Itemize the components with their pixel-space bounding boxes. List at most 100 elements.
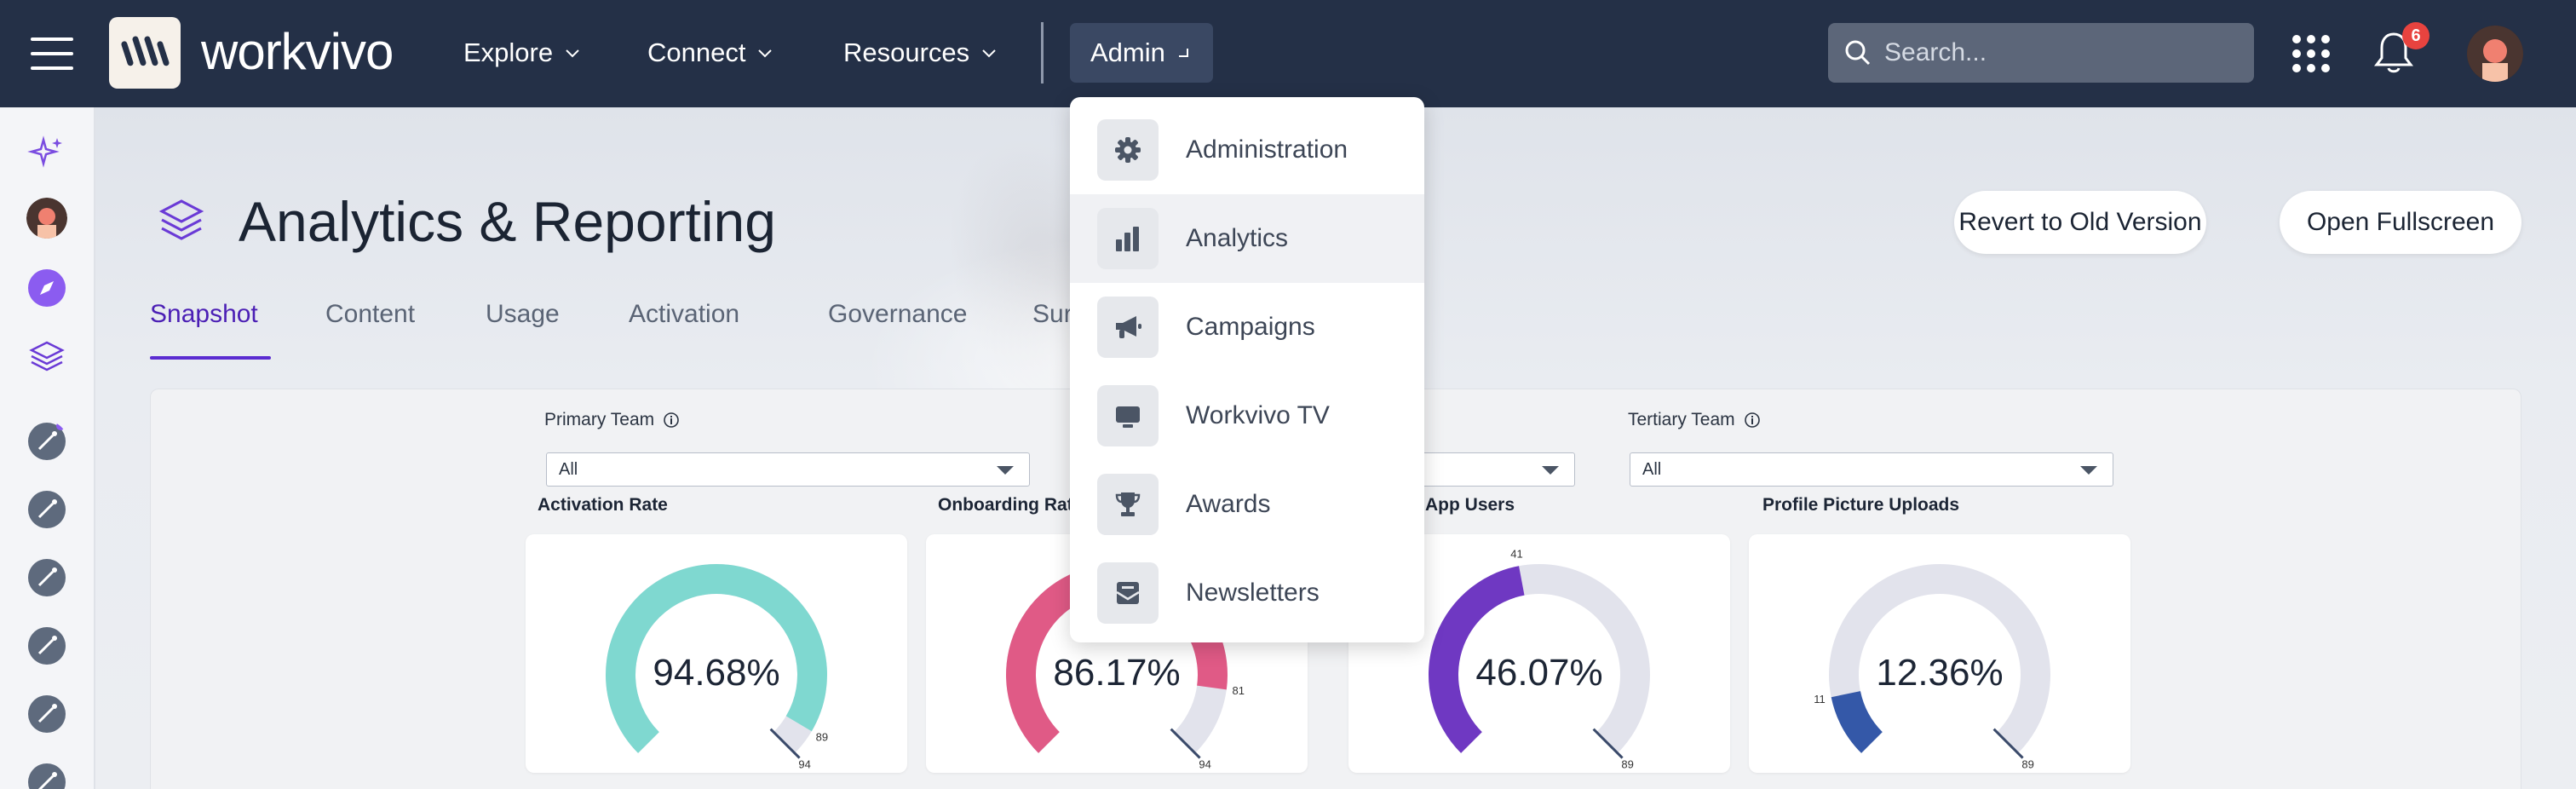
info-icon[interactable] — [663, 412, 680, 429]
hamburger-menu-icon[interactable] — [31, 37, 73, 70]
profile-avatar-icon[interactable] — [26, 198, 67, 239]
search-bar[interactable] — [1828, 23, 2254, 83]
gauge-value-marker-label: 11 — [1814, 693, 1826, 705]
card-title-onboarding-rate: Onboarding Rat — [938, 495, 1073, 515]
tool-icon[interactable] — [26, 421, 67, 462]
tertiary-team-value: All — [1642, 459, 1662, 479]
trophy-icon — [1097, 474, 1159, 535]
nav-connect-label: Connect — [647, 37, 746, 67]
menu-item-label: Campaigns — [1186, 313, 1315, 341]
tab-snapshot[interactable]: Snapshot — [150, 300, 258, 329]
primary-team-select[interactable]: All — [546, 452, 1030, 487]
tertiary-team-label: Tertiary Team — [1628, 410, 1761, 430]
chevron-up-icon — [1178, 49, 1188, 57]
menu-item-workvivo-tv[interactable]: Workvivo TV — [1070, 371, 1424, 460]
tab-usage[interactable]: Usage — [486, 300, 560, 329]
menu-item-label: Awards — [1186, 490, 1271, 518]
gauge-value-marker-label: 81 — [1232, 684, 1244, 697]
gauge-chart: 12.36% 0 89 11 — [1814, 564, 2050, 773]
tool-icon[interactable] — [26, 762, 67, 789]
gauge-min-label: 0 — [1858, 770, 1864, 773]
info-icon[interactable] — [1744, 412, 1761, 429]
gauge-max-label: 94 — [1199, 758, 1210, 771]
admin-label: Admin — [1090, 37, 1165, 67]
gauge-value-marker-label: 41 — [1510, 547, 1522, 560]
dropdown-caret-icon — [997, 466, 1014, 475]
tool-icon[interactable] — [26, 557, 67, 598]
menu-item-label: Administration — [1186, 135, 1348, 164]
chevron-down-icon — [566, 49, 579, 58]
primary-team-label-text: Primary Team — [544, 410, 655, 429]
card-title-profile-picture-uploads: Profile Picture Uploads — [1762, 495, 1960, 515]
workvivo-logo-icon[interactable] — [109, 17, 181, 89]
bar-chart-icon — [1097, 208, 1159, 269]
menu-item-awards[interactable]: Awards — [1070, 460, 1424, 549]
tv-icon — [1097, 385, 1159, 446]
nav-explore[interactable]: Explore — [463, 34, 580, 72]
primary-team-value: All — [559, 459, 578, 479]
tool-icon[interactable] — [26, 694, 67, 734]
menu-item-administration[interactable]: Administration — [1070, 106, 1424, 194]
sparkle-icon[interactable] — [26, 133, 67, 174]
search-input[interactable] — [1884, 38, 2242, 67]
gauge-max-label: 89 — [2021, 758, 2033, 771]
nav-explore-label: Explore — [463, 37, 554, 67]
gear-icon — [1097, 119, 1159, 181]
tool-icon[interactable] — [26, 489, 67, 530]
menu-item-label: Newsletters — [1186, 579, 1320, 607]
nav-divider — [1041, 22, 1044, 84]
gauge-value-label: 12.36% — [1876, 652, 2003, 694]
tool-icon[interactable] — [26, 625, 67, 666]
nav-resources[interactable]: Resources — [843, 34, 997, 72]
gauge-min-label: 0 — [1035, 770, 1041, 773]
page-title: Analytics & Reporting — [239, 190, 776, 253]
newsletter-icon — [1097, 562, 1159, 624]
menu-item-analytics[interactable]: Analytics — [1070, 194, 1424, 283]
megaphone-icon — [1097, 297, 1159, 358]
tab-content[interactable]: Content — [325, 300, 415, 329]
gauge-min-label: 0 — [635, 770, 641, 773]
menu-item-newsletters[interactable]: Newsletters — [1070, 549, 1424, 637]
nav-connect[interactable]: Connect — [647, 34, 773, 72]
menu-item-label: Analytics — [1186, 224, 1289, 252]
apps-grid-icon[interactable] — [2291, 34, 2331, 73]
active-tab-indicator — [150, 356, 271, 360]
primary-team-label: Primary Team — [544, 410, 680, 430]
secondary-team-select[interactable] — [1408, 452, 1575, 487]
chevron-down-icon — [758, 49, 773, 58]
menu-item-campaigns[interactable]: Campaigns — [1070, 283, 1424, 371]
card-title-activation-rate: Activation Rate — [538, 495, 668, 515]
layers-icon[interactable] — [26, 336, 67, 377]
gauge-max-label: 89 — [1621, 758, 1633, 771]
tertiary-team-label-text: Tertiary Team — [1628, 410, 1735, 429]
chevron-down-icon — [982, 49, 996, 58]
menu-item-label: Workvivo TV — [1186, 401, 1330, 429]
admin-menu-button[interactable]: Admin — [1070, 23, 1213, 83]
admin-dropdown-menu: Administration Analytics Campaigns Workv… — [1070, 97, 1424, 642]
dropdown-caret-icon — [1542, 466, 1559, 475]
tertiary-team-select[interactable]: All — [1630, 452, 2113, 487]
gauge-chart: 94.68% 0 94 89 — [606, 564, 828, 773]
open-fullscreen-button[interactable]: Open Fullscreen — [2280, 191, 2521, 254]
gauge-max-label: 94 — [798, 758, 810, 771]
user-avatar[interactable] — [2467, 26, 2523, 82]
notification-badge: 6 — [2402, 22, 2429, 49]
dropdown-caret-icon — [2080, 466, 2097, 475]
compass-icon[interactable] — [26, 268, 67, 308]
gauge-min-label: 0 — [1458, 770, 1463, 773]
card-title-app-users: App Users — [1425, 495, 1515, 515]
revert-old-version-button[interactable]: Revert to Old Version — [1954, 191, 2206, 254]
tab-activation[interactable]: Activation — [629, 300, 739, 329]
top-navigation-bar: workvivo Explore Connect Resources Admin… — [0, 0, 2576, 107]
tab-governance[interactable]: Governance — [828, 300, 967, 329]
app-name[interactable]: workvivo — [201, 22, 394, 81]
gauge-value-label: 94.68% — [653, 652, 779, 694]
left-sidebar — [0, 107, 95, 789]
gauge-value-label: 86.17% — [1053, 652, 1180, 694]
gauge-value-label: 46.07% — [1475, 652, 1602, 694]
gauge-value-marker-label: 89 — [816, 730, 828, 743]
layers-icon — [158, 199, 204, 240]
gauge-card: 94.68% 0 94 89 — [526, 534, 907, 773]
gauge-card: 12.36% 0 89 11 — [1749, 534, 2130, 773]
nav-resources-label: Resources — [843, 37, 970, 67]
